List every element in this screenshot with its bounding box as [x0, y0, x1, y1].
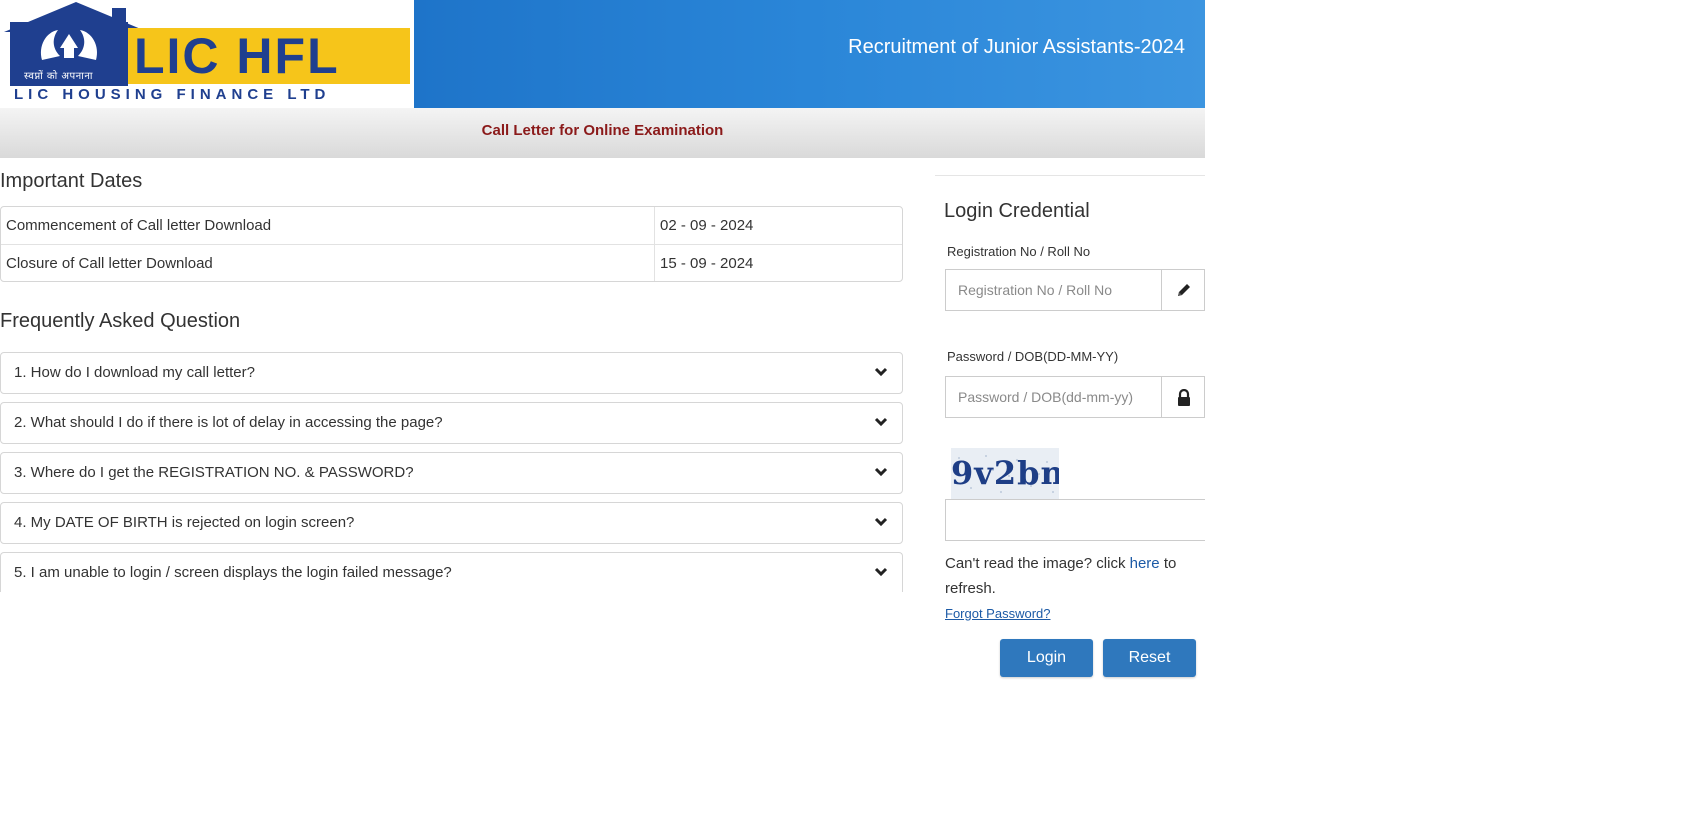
login-title: Login Credential — [944, 200, 1090, 222]
faq-item-5[interactable]: 5. I am unable to login / screen display… — [0, 552, 903, 592]
password-label: Password / DOB(DD-MM-YY) — [947, 349, 1119, 364]
captcha-refresh-link[interactable]: here — [1130, 555, 1160, 572]
faq-item-1[interactable]: 1. How do I download my call letter? — [0, 352, 903, 394]
chevron-down-icon[interactable] — [874, 565, 888, 579]
important-dates-table: Commencement of Call letter Download 02 … — [0, 206, 903, 282]
registration-input[interactable] — [945, 269, 1161, 311]
logo-emblem: स्वप्नों को अपनाना — [10, 22, 128, 86]
captcha-help-text: Can't read the image? click here to refr… — [945, 551, 1205, 601]
reset-button[interactable]: Reset — [1103, 639, 1196, 677]
faq-question: 3. Where do I get the REGISTRATION NO. &… — [14, 464, 414, 481]
captcha-input[interactable] — [945, 499, 1205, 541]
password-input-group — [945, 376, 1205, 418]
header: स्वप्नों को अपनाना LIC HFL LIC HOUSING F… — [0, 0, 1205, 108]
captcha-text: 9v2bn — [951, 454, 1059, 492]
banner-title: Recruitment of Junior Assistants-2024 — [848, 36, 1185, 58]
captcha-image: 9v2bn — [951, 448, 1059, 500]
password-input[interactable] — [945, 376, 1161, 418]
logo-tagline: स्वप्नों को अपनाना — [24, 71, 93, 82]
lock-icon — [1178, 389, 1190, 406]
important-dates-heading: Important Dates — [0, 170, 143, 192]
chevron-down-icon[interactable] — [874, 365, 888, 379]
registration-addon — [1161, 269, 1205, 311]
table-row: Commencement of Call letter Download 02 … — [1, 207, 902, 244]
page-title: Call Letter for Online Examination — [481, 122, 724, 139]
faq-question: 5. I am unable to login / screen display… — [14, 564, 452, 581]
lic-hfl-logo: स्वप्नों को अपनाना LIC HFL LIC HOUSING F… — [0, 0, 414, 108]
faq-item-3[interactable]: 3. Where do I get the REGISTRATION NO. &… — [0, 452, 903, 494]
login-panel: Login Credential Registration No / Roll … — [935, 175, 1205, 686]
password-addon — [1161, 376, 1205, 418]
registration-input-group — [945, 269, 1205, 311]
chevron-down-icon[interactable] — [874, 415, 888, 429]
header-banner: Recruitment of Junior Assistants-2024 — [414, 0, 1205, 108]
logo-subtext: LIC HOUSING FINANCE LTD — [14, 86, 331, 103]
faq-item-4[interactable]: 4. My DATE OF BIRTH is rejected on login… — [0, 502, 903, 544]
chevron-down-icon[interactable] — [874, 515, 888, 529]
forgot-password-link[interactable]: Forgot Password? — [945, 606, 1051, 621]
logo-text: LIC HFL — [134, 28, 340, 84]
hands-lamp-icon — [40, 30, 98, 60]
date-value: 15 - 09 - 2024 — [660, 255, 754, 272]
login-button[interactable]: Login — [1000, 639, 1093, 677]
subbar: Call Letter for Online Examination — [0, 108, 1205, 158]
date-label: Closure of Call letter Download — [6, 255, 213, 272]
page: स्वप्नों को अपनाना LIC HFL LIC HOUSING F… — [0, 0, 1205, 815]
captcha-help-prefix: Can't read the image? click — [945, 555, 1130, 572]
date-value: 02 - 09 - 2024 — [660, 217, 754, 234]
chevron-down-icon[interactable] — [874, 465, 888, 479]
table-row: Closure of Call letter Download 15 - 09 … — [1, 244, 902, 282]
faq-item-2[interactable]: 2. What should I do if there is lot of d… — [0, 402, 903, 444]
faq-question: 2. What should I do if there is lot of d… — [14, 414, 443, 431]
date-label: Commencement of Call letter Download — [6, 217, 272, 234]
faq-heading: Frequently Asked Question — [0, 310, 241, 332]
registration-label: Registration No / Roll No — [947, 244, 1091, 259]
pencil-icon — [1178, 284, 1190, 296]
faq-question: 1. How do I download my call letter? — [14, 364, 255, 381]
faq-question: 4. My DATE OF BIRTH is rejected on login… — [14, 514, 355, 531]
